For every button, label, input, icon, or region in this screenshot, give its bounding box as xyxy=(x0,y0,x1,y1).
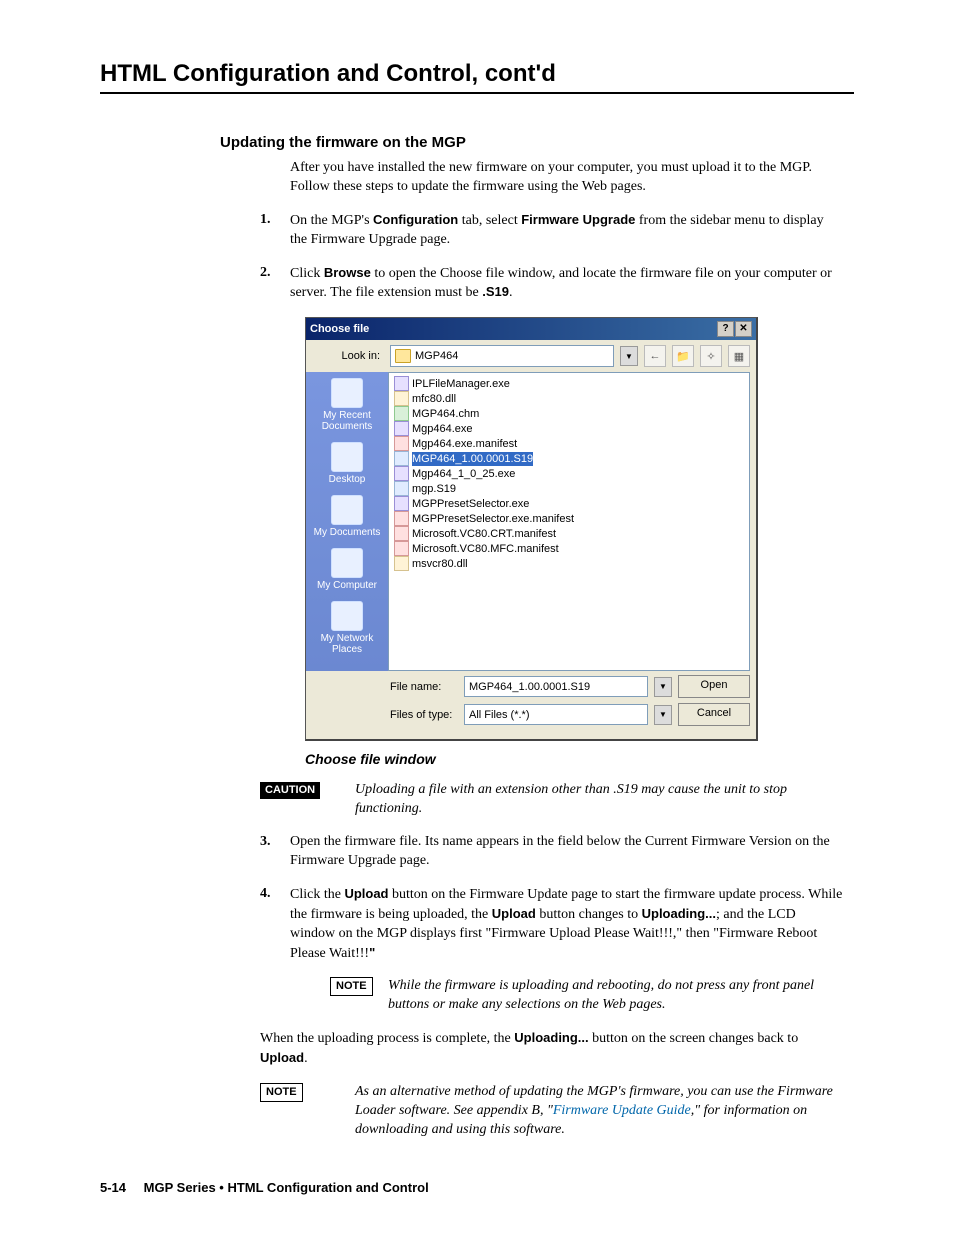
step-text: Click the Upload button on the Firmware … xyxy=(290,885,844,964)
firmware-update-guide-link[interactable]: Firmware Update Guide xyxy=(553,1103,691,1118)
recent-icon xyxy=(331,378,363,408)
file-icon xyxy=(394,421,409,436)
open-button[interactable]: Open xyxy=(678,675,750,698)
step-text: Click Browse to open the Choose file win… xyxy=(290,264,844,304)
help-button[interactable]: ? xyxy=(717,321,734,337)
list-item[interactable]: MGPPresetSelector.exe xyxy=(393,496,745,511)
filetype-select[interactable]: All Files (*.*) xyxy=(464,704,648,725)
list-item[interactable]: Microsoft.VC80.MFC.manifest xyxy=(393,541,745,556)
documents-icon xyxy=(331,495,363,525)
file-icon xyxy=(394,466,409,481)
note-text: As an alternative method of updating the… xyxy=(355,1083,844,1140)
note-badge: NOTE xyxy=(260,1083,303,1102)
sidebar-item-docs[interactable]: My Documents xyxy=(308,495,386,538)
list-item[interactable]: MGP464_1.00.0001.S19 xyxy=(393,451,745,466)
footer-text: MGP Series • HTML Configuration and Cont… xyxy=(144,1180,429,1195)
step-text: Open the firmware file. Its name appears… xyxy=(290,833,844,871)
computer-icon xyxy=(331,548,363,578)
list-item[interactable]: Mgp464_1_0_25.exe xyxy=(393,466,745,481)
list-item[interactable]: MGPPresetSelector.exe.manifest xyxy=(393,511,745,526)
folder-icon xyxy=(395,349,411,363)
step-number: 3. xyxy=(260,833,290,871)
subsection-title: Updating the firmware on the MGP xyxy=(220,134,854,151)
lookin-value: MGP464 xyxy=(415,350,609,362)
note-badge: NOTE xyxy=(330,977,373,996)
filename-input[interactable]: MGP464_1.00.0001.S19 xyxy=(464,676,648,697)
caution-text: Uploading a file with an extension other… xyxy=(355,781,844,819)
dialog-title: Choose file xyxy=(310,323,369,335)
choose-file-dialog: Choose file ? ✕ Look in: MGP464 ▼ ← 📁 ✧ … xyxy=(305,317,758,741)
file-icon xyxy=(394,451,409,466)
page-number: 5-14 xyxy=(100,1180,126,1195)
list-item[interactable]: Microsoft.VC80.CRT.manifest xyxy=(393,526,745,541)
sidebar-item-network[interactable]: My Network Places xyxy=(308,601,386,655)
caution-badge: CAUTION xyxy=(260,782,320,799)
step-number: 2. xyxy=(260,264,290,304)
file-icon xyxy=(394,436,409,451)
file-icon xyxy=(394,541,409,556)
step-number: 4. xyxy=(260,885,290,964)
file-icon xyxy=(394,496,409,511)
lookin-label: Look in: xyxy=(312,350,384,362)
lookin-select[interactable]: MGP464 xyxy=(390,345,614,367)
list-item[interactable]: mfc80.dll xyxy=(393,391,745,406)
dropdown-arrow-icon[interactable]: ▼ xyxy=(654,677,672,697)
close-button[interactable]: ✕ xyxy=(735,321,752,337)
sidebar-item-desktop[interactable]: Desktop xyxy=(308,442,386,485)
list-item[interactable]: IPLFileManager.exe xyxy=(393,376,745,391)
new-folder-icon[interactable]: ✧ xyxy=(700,345,722,367)
file-icon xyxy=(394,406,409,421)
network-icon xyxy=(331,601,363,631)
filename-label: File name: xyxy=(390,681,458,693)
list-item[interactable]: MGP464.chm xyxy=(393,406,745,421)
list-item[interactable]: mgp.S19 xyxy=(393,481,745,496)
list-item[interactable]: Mgp464.exe.manifest xyxy=(393,436,745,451)
file-icon xyxy=(394,511,409,526)
desktop-icon xyxy=(331,442,363,472)
list-item[interactable]: msvcr80.dll xyxy=(393,556,745,571)
step-number: 1. xyxy=(260,211,290,250)
file-list[interactable]: IPLFileManager.exe mfc80.dll MGP464.chm … xyxy=(388,372,750,671)
view-menu-icon[interactable]: ▦ xyxy=(728,345,750,367)
sidebar-item-computer[interactable]: My Computer xyxy=(308,548,386,591)
filetype-label: Files of type: xyxy=(390,709,458,721)
sidebar-item-recent[interactable]: My Recent Documents xyxy=(308,378,386,432)
back-icon[interactable]: ← xyxy=(644,345,666,367)
file-icon xyxy=(394,556,409,571)
list-item[interactable]: Mgp464.exe xyxy=(393,421,745,436)
note-text: While the firmware is uploading and rebo… xyxy=(388,977,844,1015)
page-footer: 5-14 MGP Series • HTML Configuration and… xyxy=(100,1180,429,1195)
section-title: HTML Configuration and Control, cont'd xyxy=(100,60,854,94)
step-text: On the MGP's Configuration tab, select F… xyxy=(290,211,844,250)
dropdown-arrow-icon[interactable]: ▼ xyxy=(654,705,672,725)
up-folder-icon[interactable]: 📁 xyxy=(672,345,694,367)
file-icon xyxy=(394,481,409,496)
file-icon xyxy=(394,391,409,406)
file-icon xyxy=(394,526,409,541)
file-icon xyxy=(394,376,409,391)
intro-paragraph: After you have installed the new firmwar… xyxy=(290,159,844,197)
cancel-button[interactable]: Cancel xyxy=(678,703,750,726)
figure-caption: Choose file window xyxy=(305,751,854,767)
dropdown-arrow-icon[interactable]: ▼ xyxy=(620,346,638,366)
closing-paragraph: When the uploading process is complete, … xyxy=(260,1029,844,1069)
